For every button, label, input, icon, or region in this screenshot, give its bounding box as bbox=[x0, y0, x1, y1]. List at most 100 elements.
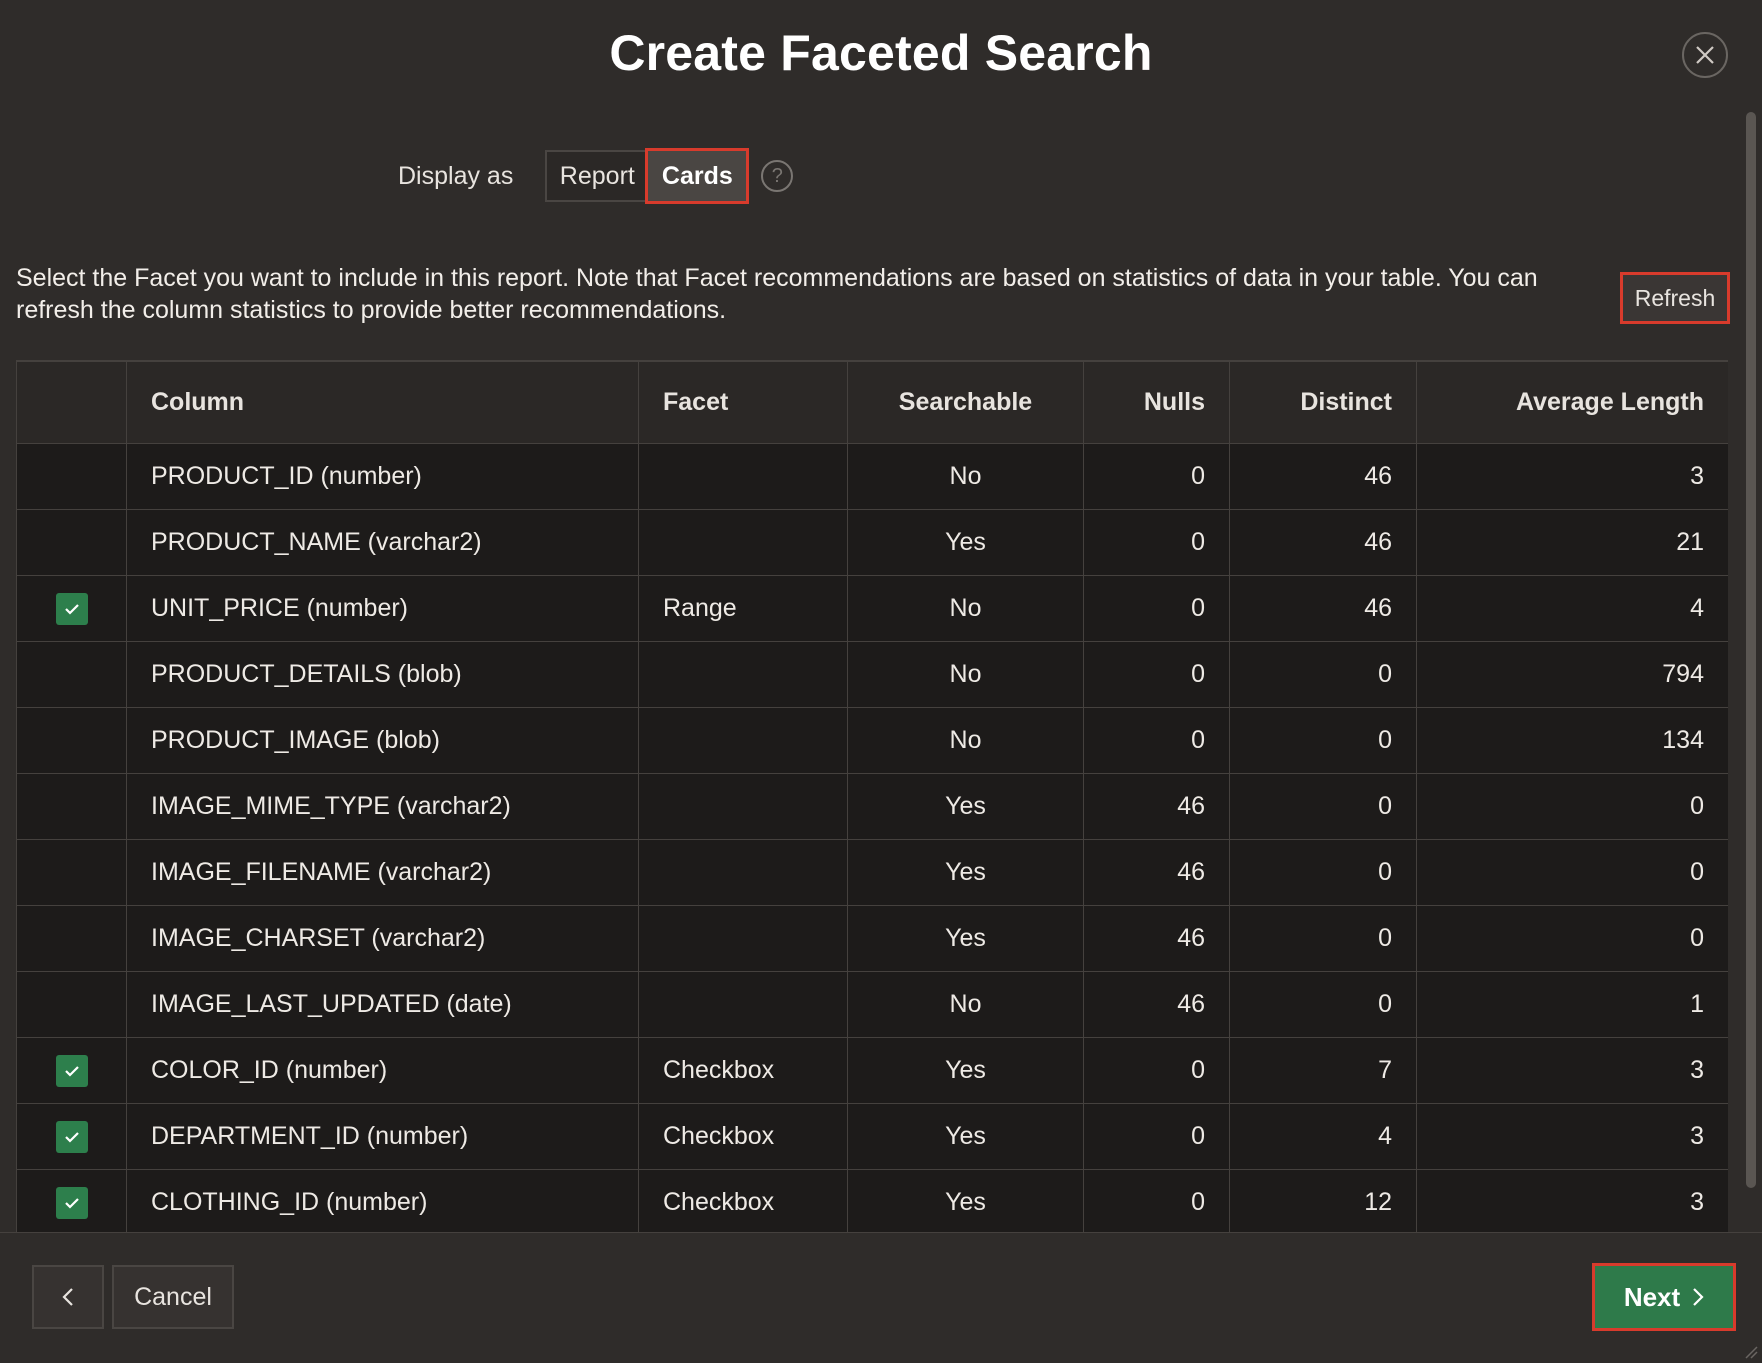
checked-checkbox-icon[interactable] bbox=[55, 1054, 88, 1087]
distinct-cell: 46 bbox=[1229, 575, 1417, 642]
refresh-button[interactable]: Refresh bbox=[1620, 272, 1730, 324]
resize-handle-icon[interactable] bbox=[1742, 1343, 1758, 1359]
dialog-scrollbar[interactable] bbox=[1746, 112, 1756, 1188]
row-select-cell[interactable] bbox=[16, 641, 127, 708]
searchable-header[interactable]: Searchable bbox=[847, 361, 1084, 444]
average-length-cell: 21 bbox=[1416, 509, 1728, 576]
checked-checkbox-icon[interactable] bbox=[55, 1186, 88, 1219]
distinct-cell: 0 bbox=[1229, 971, 1417, 1038]
nulls-cell: 0 bbox=[1083, 707, 1230, 774]
average-length-cell: 0 bbox=[1416, 839, 1728, 906]
searchable-cell: Yes bbox=[847, 509, 1084, 576]
help-icon[interactable]: ? bbox=[761, 160, 794, 192]
searchable-cell: Yes bbox=[847, 839, 1084, 906]
searchable-cell: Yes bbox=[847, 1169, 1084, 1233]
cancel-button[interactable]: Cancel bbox=[112, 1265, 234, 1329]
chevron-left-icon bbox=[62, 1288, 73, 1306]
checked-checkbox-icon[interactable] bbox=[55, 592, 88, 625]
dialog-footer: Cancel Next bbox=[0, 1232, 1762, 1363]
facet-header[interactable]: Facet bbox=[638, 361, 848, 444]
distinct-cell: 46 bbox=[1229, 509, 1417, 576]
table-row: IMAGE_MIME_TYPE (varchar2) Yes 46 0 0 bbox=[16, 773, 1728, 840]
next-button-label: Next bbox=[1623, 1281, 1681, 1312]
nulls-cell: 46 bbox=[1083, 905, 1230, 972]
row-select-cell[interactable] bbox=[16, 1103, 127, 1170]
searchable-cell: Yes bbox=[847, 905, 1084, 972]
table-row: PRODUCT_DETAILS (blob) No 0 0 794 bbox=[16, 641, 1728, 708]
column-name-cell: PRODUCT_ID (number) bbox=[126, 443, 639, 510]
average-length-cell: 3 bbox=[1416, 1103, 1728, 1170]
facet-type-cell: Checkbox bbox=[638, 1169, 848, 1233]
table-row: UNIT_PRICE (number) Range No 0 46 4 bbox=[16, 575, 1728, 642]
distinct-cell: 0 bbox=[1229, 707, 1417, 774]
row-select-cell[interactable] bbox=[16, 575, 127, 642]
row-select-cell[interactable] bbox=[16, 707, 127, 774]
searchable-cell: Yes bbox=[847, 1037, 1084, 1104]
row-select-cell[interactable] bbox=[16, 443, 127, 510]
close-button[interactable] bbox=[1682, 32, 1728, 78]
table-row: CLOTHING_ID (number) Checkbox Yes 0 12 3 bbox=[16, 1169, 1728, 1233]
table-row: COLOR_ID (number) Checkbox Yes 0 7 3 bbox=[16, 1037, 1728, 1104]
row-select-cell[interactable] bbox=[16, 1169, 127, 1233]
facet-type-cell bbox=[638, 509, 848, 576]
average-length-cell: 3 bbox=[1416, 443, 1728, 510]
table-row: IMAGE_FILENAME (varchar2) Yes 46 0 0 bbox=[16, 839, 1728, 906]
nulls-cell: 0 bbox=[1083, 575, 1230, 642]
cards-option-button[interactable]: Cards bbox=[645, 148, 750, 204]
display-mode-toggle: Report Cards bbox=[545, 148, 750, 204]
table-row: IMAGE_CHARSET (varchar2) Yes 46 0 0 bbox=[16, 905, 1728, 972]
facet-type-cell bbox=[638, 443, 848, 510]
facet-type-cell bbox=[638, 971, 848, 1038]
nulls-cell: 0 bbox=[1083, 641, 1230, 708]
searchable-cell: Yes bbox=[847, 1103, 1084, 1170]
column-name-cell: CLOTHING_ID (number) bbox=[126, 1169, 639, 1233]
checked-checkbox-icon[interactable] bbox=[55, 1120, 88, 1153]
average-length-cell: 3 bbox=[1416, 1037, 1728, 1104]
close-icon bbox=[1696, 46, 1714, 64]
column-name-cell: IMAGE_MIME_TYPE (varchar2) bbox=[126, 773, 639, 840]
searchable-cell: No bbox=[847, 707, 1084, 774]
facet-type-cell: Checkbox bbox=[638, 1103, 848, 1170]
average-length-cell: 794 bbox=[1416, 641, 1728, 708]
nulls-cell: 0 bbox=[1083, 1037, 1230, 1104]
row-select-cell[interactable] bbox=[16, 839, 127, 906]
next-button[interactable]: Next bbox=[1592, 1263, 1736, 1331]
distinct-cell: 7 bbox=[1229, 1037, 1417, 1104]
average-length-cell: 0 bbox=[1416, 773, 1728, 840]
average-length-header[interactable]: Average Length bbox=[1416, 361, 1728, 444]
row-select-cell[interactable] bbox=[16, 1037, 127, 1104]
column-name-cell: PRODUCT_DETAILS (blob) bbox=[126, 641, 639, 708]
select-column-header bbox=[16, 361, 127, 444]
column-name-cell: PRODUCT_NAME (varchar2) bbox=[126, 509, 639, 576]
table-row: PRODUCT_IMAGE (blob) No 0 0 134 bbox=[16, 707, 1728, 774]
nulls-header[interactable]: Nulls bbox=[1083, 361, 1230, 444]
column-header[interactable]: Column bbox=[126, 361, 639, 444]
back-button[interactable] bbox=[32, 1265, 104, 1329]
row-select-cell[interactable] bbox=[16, 773, 127, 840]
column-name-cell: IMAGE_CHARSET (varchar2) bbox=[126, 905, 639, 972]
nulls-cell: 0 bbox=[1083, 443, 1230, 510]
column-name-cell: IMAGE_LAST_UPDATED (date) bbox=[126, 971, 639, 1038]
nulls-cell: 46 bbox=[1083, 773, 1230, 840]
table-row: PRODUCT_NAME (varchar2) Yes 0 46 21 bbox=[16, 509, 1728, 576]
row-select-cell[interactable] bbox=[16, 509, 127, 576]
facet-type-cell bbox=[638, 839, 848, 906]
nulls-cell: 46 bbox=[1083, 971, 1230, 1038]
facet-type-cell: Checkbox bbox=[638, 1037, 848, 1104]
distinct-cell: 4 bbox=[1229, 1103, 1417, 1170]
display-as-row: Display as Report Cards ? bbox=[398, 148, 794, 204]
report-option-button[interactable]: Report bbox=[545, 150, 648, 202]
facet-table-container: Column Facet Searchable Nulls Distinct A… bbox=[16, 360, 1728, 1233]
table-row: DEPARTMENT_ID (number) Checkbox Yes 0 4 3 bbox=[16, 1103, 1728, 1170]
facet-table: Column Facet Searchable Nulls Distinct A… bbox=[16, 361, 1728, 1233]
row-select-cell[interactable] bbox=[16, 905, 127, 972]
column-name-cell: DEPARTMENT_ID (number) bbox=[126, 1103, 639, 1170]
facet-description: Select the Facet you want to include in … bbox=[16, 264, 1538, 324]
row-select-cell[interactable] bbox=[16, 971, 127, 1038]
distinct-header[interactable]: Distinct bbox=[1229, 361, 1417, 444]
searchable-cell: No bbox=[847, 443, 1084, 510]
facet-type-cell: Range bbox=[638, 575, 848, 642]
table-header-row: Column Facet Searchable Nulls Distinct A… bbox=[16, 361, 1728, 444]
searchable-cell: Yes bbox=[847, 773, 1084, 840]
column-name-cell: COLOR_ID (number) bbox=[126, 1037, 639, 1104]
